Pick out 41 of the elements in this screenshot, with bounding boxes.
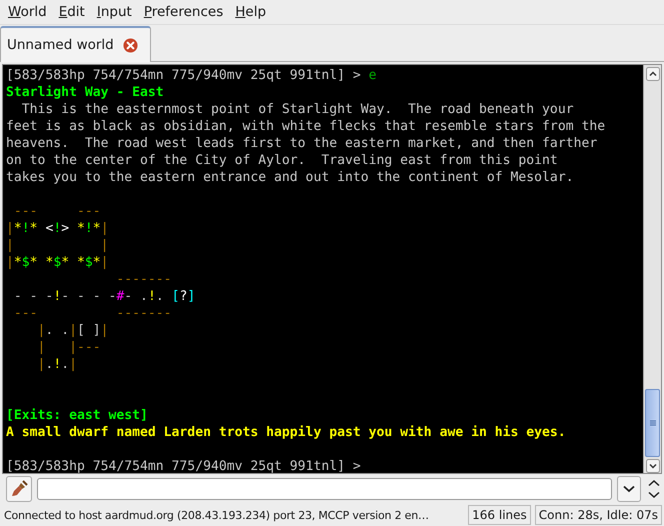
menu-item[interactable]: Preferences (138, 2, 230, 22)
terminal-line: | |--- (36, 340, 101, 355)
terminal-line: Starlight Way - East (6, 85, 164, 100)
terminal-line: | | (6, 238, 108, 253)
menu-item[interactable]: World (2, 2, 53, 22)
terminal-line: |*!* <!> *!*| (6, 221, 109, 236)
terminal-line: [583/583hp 754/754mn 775/940mv 25qt 991tnl] > e (6, 68, 377, 83)
menu-item[interactable]: Edit (52, 2, 91, 22)
line-count: 166 lines (468, 505, 531, 525)
scrollbar[interactable] (643, 65, 661, 473)
terminal-line: [Exits: east west] (6, 408, 148, 423)
scroll-up-icon[interactable] (646, 67, 660, 81)
chevron-down-icon (623, 485, 635, 493)
terminal-line: |.!.| (36, 357, 77, 372)
terminal-line: This is the easternmost point of Starlight Way. The road beneath your (20, 102, 574, 117)
brush-icon (10, 480, 28, 498)
terminal-line: feet is as black as obsidian, with white flecks that resemble stars from the (6, 119, 606, 134)
spin-down-icon[interactable] (648, 491, 660, 499)
terminal-line: ------- (115, 272, 172, 287)
world-tab[interactable]: Unnamed world (0, 26, 151, 62)
terminal-line: - - -!- - - -#- .!. [?] (12, 289, 196, 304)
connection-timer: Conn: 28s, Idle: 07s (534, 505, 662, 525)
history-dropdown-button[interactable] (617, 476, 641, 502)
scroll-down-icon[interactable] (646, 459, 660, 473)
terminal-line: on to the center of the City of Aylor. Traveling east from this point (6, 153, 558, 168)
terminal-line: --- --- (12, 204, 101, 219)
scroll-thumb[interactable] (645, 389, 660, 457)
terminal-line: |. .|[ ]| (36, 323, 109, 338)
status-message: Connected to host aardmud.org (208.43.193.234) port 23, MCCP version 2 en… (3, 508, 430, 522)
terminal-line: takes you to the eastern entrance and out into the continent of Mesolar. (6, 170, 574, 185)
terminal-line: --- ------- (12, 306, 172, 321)
clear-button[interactable] (6, 476, 32, 502)
terminal-line: heavens. The road west leads first to the eastern market, and then farther (6, 136, 598, 151)
terminal-line: A small dwarf named Larden trots happily past you with awe in his eyes. (6, 425, 566, 440)
spin-up-icon[interactable] (648, 479, 660, 487)
menu-item[interactable]: Input (90, 2, 138, 22)
menu-item[interactable]: Help (229, 2, 272, 22)
command-input[interactable] (37, 478, 612, 500)
close-icon[interactable] (122, 38, 138, 52)
terminal-line: |*$* *$* *$*| (6, 255, 109, 270)
terminal-line: [583/583hp 754/754mn 775/940mv 25qt 991tnl] > (6, 459, 362, 473)
